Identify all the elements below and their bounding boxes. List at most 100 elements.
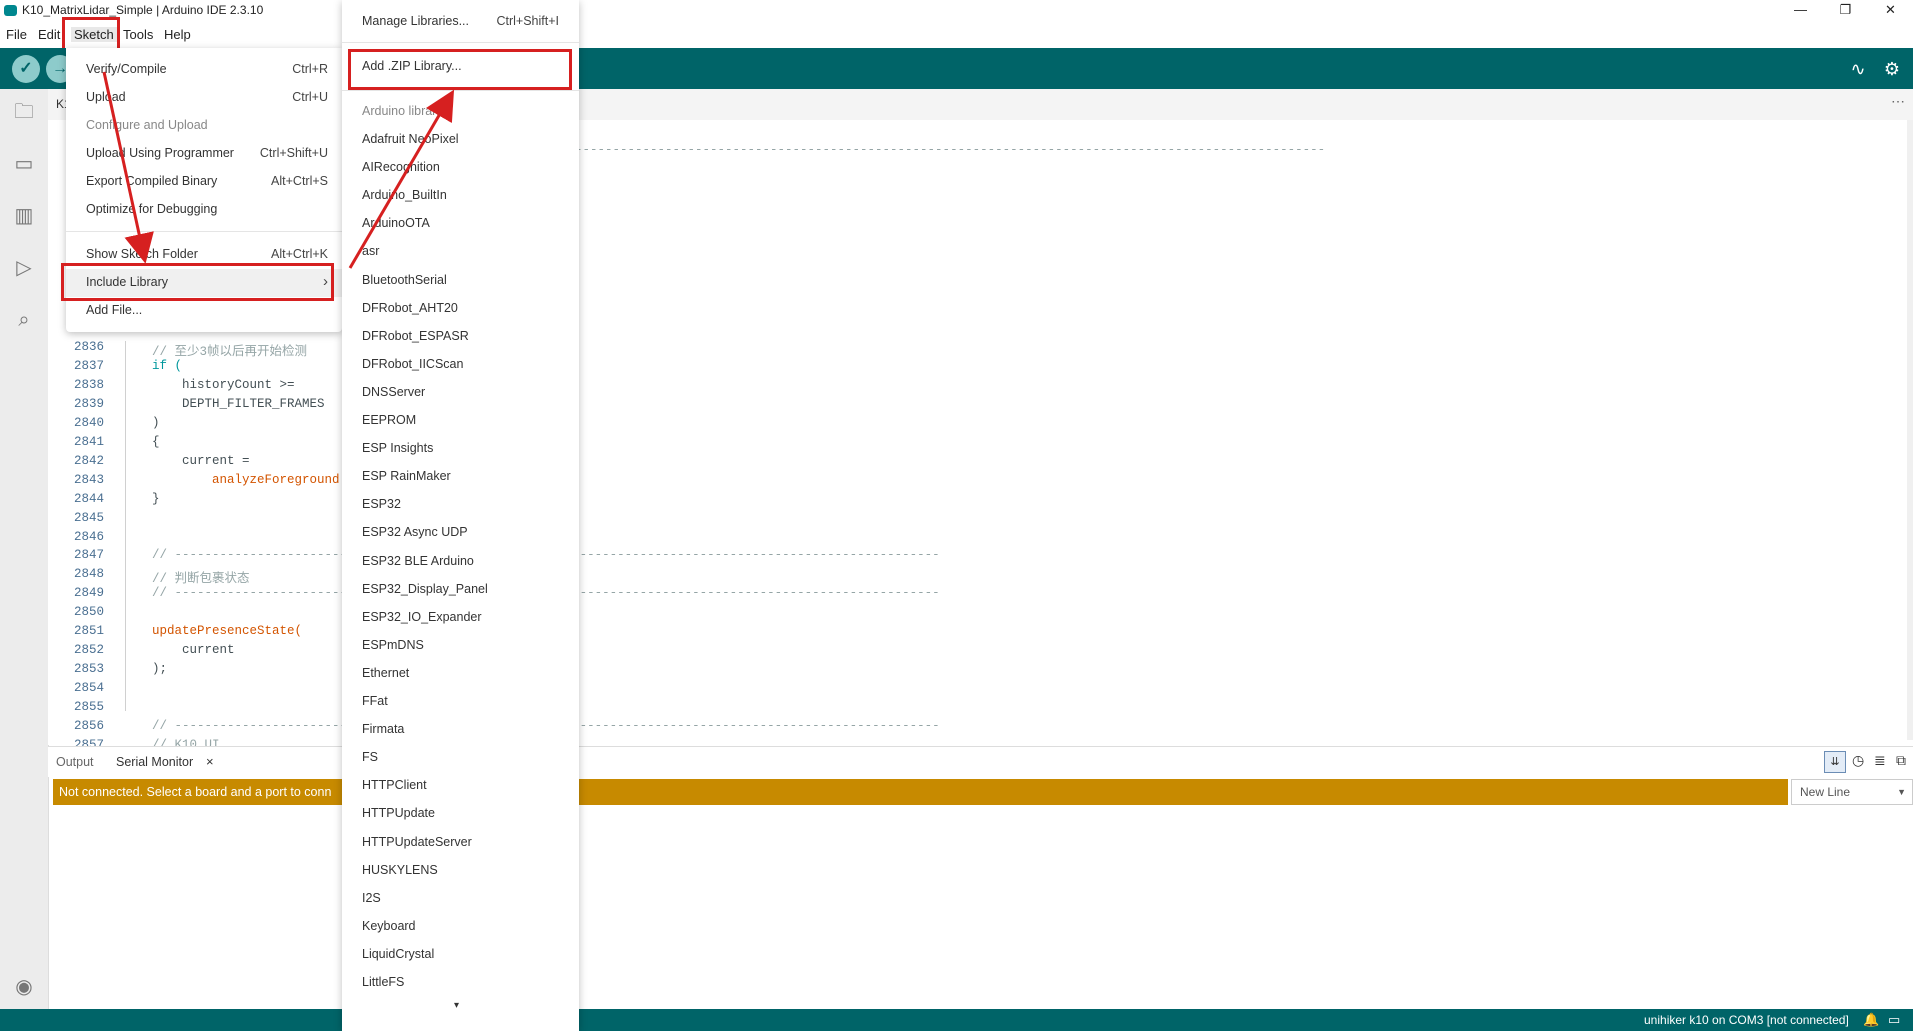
serial-monitor-icon[interactable]: ⚙ xyxy=(1880,57,1904,81)
search-icon[interactable]: ⌕ xyxy=(10,306,38,334)
library-item[interactable]: FFat xyxy=(342,688,579,716)
line-number: 2837 xyxy=(73,358,104,373)
menu-item-export-binary[interactable]: Export Compiled Binary Alt+Ctrl+S xyxy=(66,168,342,196)
library-item[interactable]: AIRecognition xyxy=(342,154,579,182)
library-item[interactable]: asr xyxy=(342,238,579,266)
menu-help[interactable]: Help xyxy=(164,27,191,42)
title-bar: K10_MatrixLidar_Simple | Arduino IDE 2.3… xyxy=(0,0,1913,22)
menu-item-add-file[interactable]: Add File... xyxy=(66,297,342,325)
library-section-header: Arduino libraries xyxy=(362,104,453,118)
library-item[interactable]: ESP RainMaker xyxy=(342,463,579,491)
not-connected-banner: Not connected. Select a board and a port… xyxy=(53,779,1788,805)
menu-edit[interactable]: Edit xyxy=(38,27,60,42)
board-manager-icon[interactable]: ▭ xyxy=(10,150,38,178)
library-item[interactable]: ESP Insights xyxy=(342,435,579,463)
line-number: 2843 xyxy=(73,472,104,487)
code-line: // 至少3帧以后再开始检测 xyxy=(122,345,308,359)
library-item[interactable]: ArduinoOTA xyxy=(342,210,579,238)
minimize-button[interactable]: — xyxy=(1778,0,1823,22)
account-icon[interactable]: ◉ xyxy=(10,973,38,1001)
activity-sidebar: 🗀 ▭ ▥ ▷ ⌕ ◉ xyxy=(0,89,49,1009)
code-line: analyzeForeground xyxy=(122,472,340,487)
close-tab-icon[interactable]: × xyxy=(206,754,214,769)
library-item[interactable]: ESP32_IO_Expander xyxy=(342,604,579,632)
include-library-submenu: Manage Libraries... Ctrl+Shift+I Add .ZIP… xyxy=(342,0,579,1031)
code-dashes-top: ----------------------------------------… xyxy=(560,143,1326,157)
library-item[interactable]: EEPROM xyxy=(342,407,579,435)
library-item[interactable]: Ethernet xyxy=(342,660,579,688)
menu-item-verify-compile[interactable]: Verify/Compile Ctrl+R xyxy=(66,56,342,84)
maximize-button[interactable]: ❐ xyxy=(1823,0,1868,22)
library-item[interactable]: HTTPUpdateServer xyxy=(342,829,579,857)
board-status[interactable]: unihiker k10 on COM3 [not connected] xyxy=(1644,1013,1849,1027)
menu-separator xyxy=(342,90,579,91)
status-bar: unihiker k10 on COM3 [not connected] 🔔 ▭ xyxy=(0,1009,1913,1031)
tab-serial-monitor[interactable]: Serial Monitor xyxy=(116,755,193,769)
line-ending-value: New Line xyxy=(1800,785,1851,799)
scroll-down-icon[interactable]: ▾ xyxy=(454,1000,459,1011)
line-ending-select[interactable]: New Line ▼ xyxy=(1791,779,1913,805)
menu-item-manage-libraries[interactable]: Manage Libraries... Ctrl+Shift+I xyxy=(342,8,579,36)
line-number: 2839 xyxy=(73,396,104,411)
line-number: 2850 xyxy=(73,605,104,620)
line-number: 2846 xyxy=(73,529,104,544)
library-item[interactable]: ESPmDNS xyxy=(342,632,579,660)
menu-item-upload[interactable]: Upload Ctrl+U xyxy=(66,84,342,112)
line-number: 2851 xyxy=(73,624,104,639)
library-item[interactable]: DFRobot_IICScan xyxy=(342,351,579,379)
library-item[interactable]: ESP32 Async UDP xyxy=(342,519,579,547)
library-item[interactable]: DFRobot_ESPASR xyxy=(342,323,579,351)
include-library-highlight xyxy=(61,263,334,301)
add-zip-library-highlight xyxy=(348,49,572,90)
library-item[interactable]: LittleFS xyxy=(342,969,579,997)
library-item[interactable]: ESP32_Display_Panel xyxy=(342,576,579,604)
menu-file[interactable]: File xyxy=(6,27,27,42)
more-icon[interactable]: ⋯ xyxy=(1891,93,1905,110)
clear-output-icon[interactable]: ≣ xyxy=(1874,752,1886,769)
code-line: DEPTH_FILTER_FRAMES xyxy=(122,396,325,411)
menu-tools[interactable]: Tools xyxy=(123,27,153,42)
line-number: 2836 xyxy=(73,340,104,354)
close-button[interactable]: ✕ xyxy=(1868,0,1913,22)
library-manager-icon[interactable]: ▥ xyxy=(10,202,38,230)
library-item[interactable]: HTTPClient xyxy=(342,772,579,800)
panel-toggle-icon[interactable]: ▭ xyxy=(1888,1012,1900,1028)
library-item[interactable]: BluetoothSerial xyxy=(342,267,579,295)
line-number: 2840 xyxy=(73,415,104,430)
line-number: 2849 xyxy=(73,586,104,601)
library-item[interactable]: ESP32 BLE Arduino xyxy=(342,548,579,576)
verify-button[interactable]: ✓ xyxy=(12,55,40,83)
copy-icon[interactable]: ⧉ xyxy=(1896,752,1906,769)
code-line: if ( xyxy=(122,358,183,373)
editor-scrollbar[interactable] xyxy=(1907,120,1913,740)
menu-separator xyxy=(342,42,579,43)
tab-output[interactable]: Output xyxy=(56,755,94,769)
line-number: 2845 xyxy=(73,510,104,525)
folder-icon[interactable]: 🗀 xyxy=(10,98,38,126)
timestamp-icon[interactable]: ◷ xyxy=(1852,752,1864,769)
library-item[interactable]: Firmata xyxy=(342,716,579,744)
line-number: 2855 xyxy=(73,700,104,715)
library-item[interactable]: Adafruit NeoPixel xyxy=(342,126,579,154)
line-number: 2853 xyxy=(73,662,104,677)
library-item[interactable]: DFRobot_AHT20 xyxy=(342,295,579,323)
debug-icon[interactable]: ▷ xyxy=(10,254,38,282)
library-item[interactable]: HTTPUpdate xyxy=(342,800,579,828)
notification-icon[interactable]: 🔔 xyxy=(1863,1012,1879,1028)
library-item[interactable]: DNSServer xyxy=(342,379,579,407)
library-item[interactable]: ESP32 xyxy=(342,491,579,519)
library-item[interactable]: Arduino_BuiltIn xyxy=(342,182,579,210)
library-item[interactable]: HUSKYLENS xyxy=(342,857,579,885)
menu-bar: File Edit Sketch Tools Help xyxy=(0,22,1913,48)
menu-item-optimize-debugging[interactable]: Optimize for Debugging xyxy=(66,196,342,224)
menu-item-upload-programmer[interactable]: Upload Using Programmer Ctrl+Shift+U xyxy=(66,140,342,168)
library-item[interactable]: LiquidCrystal xyxy=(342,941,579,969)
library-item[interactable]: I2S xyxy=(342,885,579,913)
autoscroll-icon[interactable]: ⇊ xyxy=(1824,751,1846,773)
code-line: // 判断包裹状态 xyxy=(122,572,250,587)
library-item[interactable]: FS xyxy=(342,744,579,772)
library-item[interactable]: Keyboard xyxy=(342,913,579,941)
line-number: 2838 xyxy=(73,377,104,392)
code-line: } xyxy=(122,491,160,506)
serial-plotter-icon[interactable]: ∿ xyxy=(1846,57,1870,81)
